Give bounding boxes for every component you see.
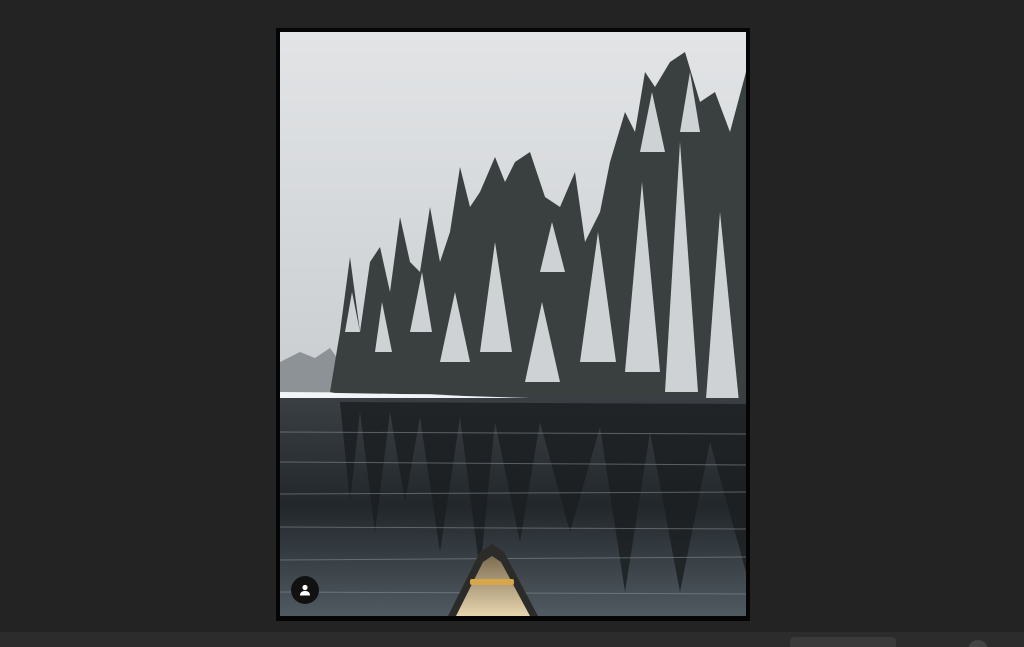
photo-illustration: [280, 32, 746, 616]
user-badge[interactable]: [291, 576, 319, 604]
photo-frame: [276, 28, 750, 621]
toolbar-button[interactable]: [790, 637, 896, 647]
photo-viewer: [0, 0, 1024, 647]
user-icon: [300, 584, 310, 596]
photo-image[interactable]: [280, 32, 746, 616]
